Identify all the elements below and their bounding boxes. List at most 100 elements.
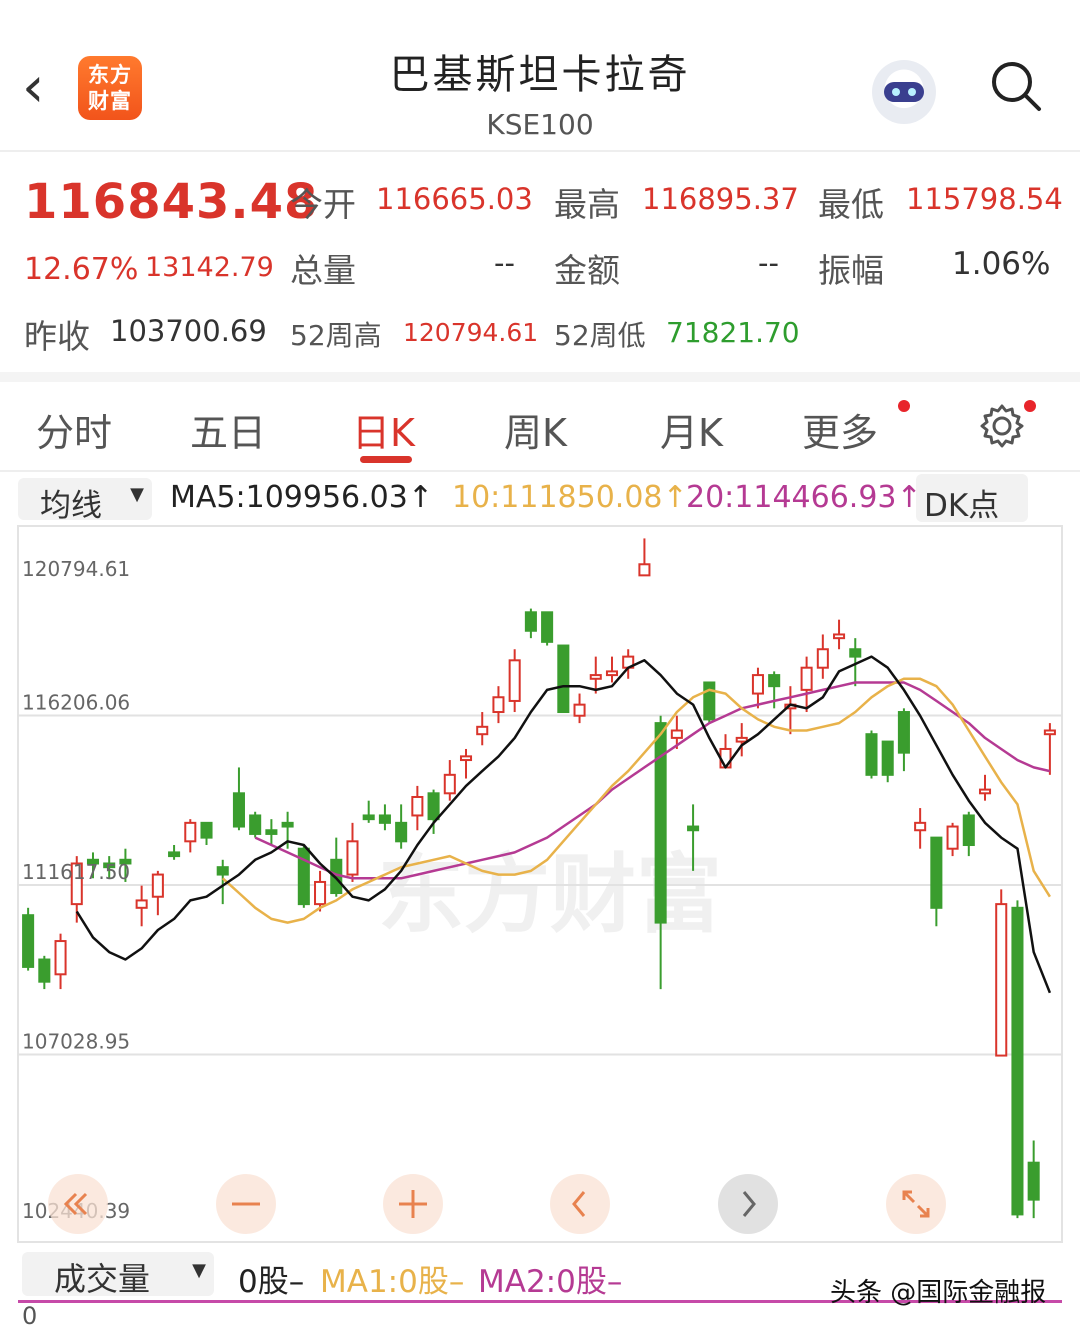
candle-body-down: [265, 829, 278, 835]
volume-indicator-selector[interactable]: 成交量 ▼: [22, 1252, 214, 1298]
w52-high-label: 52周高: [290, 319, 382, 352]
change-amount: 13142.79: [145, 252, 274, 283]
robot-eye-left: [892, 88, 900, 96]
search-icon[interactable]: [990, 60, 1042, 112]
candle-body-down: [541, 611, 554, 643]
candle-body-down: [881, 740, 894, 776]
candle: [995, 889, 1008, 1057]
tab-more[interactable]: 更多: [802, 402, 878, 457]
amplitude-value: 1.06%: [952, 246, 1051, 282]
robot-icon[interactable]: [872, 60, 936, 124]
candle-body-up: [411, 795, 424, 817]
high-value: 116895.37: [642, 182, 799, 216]
candle-body-up: [151, 873, 164, 898]
ma20-value: 20:114466.93↑: [686, 480, 922, 515]
amplitude-label: 振幅: [818, 251, 884, 290]
candle-body-up: [914, 821, 927, 832]
candle-body-up: [492, 696, 505, 714]
volume-value: --: [494, 246, 515, 280]
candle: [557, 644, 570, 714]
candle-body-down: [849, 648, 862, 658]
candle-body-up: [459, 755, 473, 762]
candle-body-down: [703, 681, 716, 721]
tab-five-day[interactable]: 五日: [190, 402, 266, 457]
chart-watermark: 东方财富: [378, 844, 722, 945]
chevron-right-icon[interactable]: [718, 1174, 778, 1234]
candle: [249, 811, 262, 838]
dk-points-label: DK点: [924, 488, 1000, 524]
candle-body-down: [168, 851, 181, 858]
candle: [1011, 900, 1024, 1219]
volume-axis-zero: 0: [22, 1302, 38, 1330]
candle: [297, 845, 310, 908]
candle-body-down: [865, 733, 878, 776]
candle-body-down: [524, 611, 537, 632]
amount-label: 金额: [554, 251, 620, 290]
settings-badge-dot: [1024, 400, 1036, 412]
candle-body-down: [897, 711, 910, 754]
candle-body-up: [476, 725, 489, 736]
candle-body-up: [638, 563, 651, 577]
period-tabs: 分时 五日 日K 周K 月K 更多: [0, 382, 1080, 472]
robot-face: [884, 82, 924, 102]
candle-body-down: [962, 814, 975, 847]
candle-body-down: [930, 836, 943, 909]
amount-value: --: [758, 246, 779, 280]
minus-icon[interactable]: [216, 1174, 276, 1234]
candle-body-up: [573, 703, 586, 717]
candle-body-down: [362, 814, 375, 821]
low-value: 115798.54: [906, 182, 1063, 216]
ma-legend-bar: 均线 ▼ MA5:109956.03↑ 10:111850.08↑ 20:1144…: [0, 474, 1080, 524]
w52-low-value: 71821.70: [666, 316, 800, 349]
candle-body-down: [1011, 906, 1024, 1216]
candle-body-up: [751, 674, 764, 695]
candle-body-down: [395, 821, 408, 843]
candle-body-up: [978, 788, 992, 795]
volume-label: 总量: [290, 251, 356, 290]
candle: [541, 611, 554, 646]
candle-body-up: [1043, 729, 1056, 736]
candle-body-up: [314, 880, 327, 906]
volume-ma2: MA2:0股–: [478, 1264, 623, 1300]
candle-body-up: [605, 670, 619, 677]
candle-body-up: [946, 825, 959, 850]
y-tick-label: 116206.06: [22, 690, 130, 714]
candle: [22, 907, 35, 971]
candle-body-down: [200, 821, 213, 839]
candle-body-up: [54, 940, 67, 976]
expand-icon[interactable]: [886, 1174, 946, 1234]
section-divider: [0, 372, 1080, 382]
candle-body-up: [735, 736, 748, 743]
candlestick-chart[interactable]: 东方财富 120794.61 116206.06 111617.50 107028.9…: [0, 524, 1080, 1246]
y-tick-label: 120794.61: [22, 557, 130, 581]
candle-body-down: [1027, 1161, 1040, 1201]
candle-body-down: [378, 814, 391, 824]
open-label: 今开: [290, 185, 356, 224]
dk-points-button[interactable]: DK点: [916, 474, 1028, 524]
gear-icon[interactable]: [978, 402, 1026, 450]
candle-body-down: [768, 674, 781, 688]
candle-body-up: [508, 659, 521, 702]
app-header: ‹ 东方 财富 巴基斯坦卡拉奇 KSE100: [0, 0, 1080, 152]
candle: [865, 730, 878, 779]
source-watermark: 头条 @国际金融报: [830, 1278, 1047, 1308]
low-label: 最低: [818, 185, 884, 224]
candle-body-down: [281, 821, 294, 828]
dropdown-arrow-icon: ▼: [192, 1260, 206, 1281]
tab-daily-k[interactable]: 日K: [352, 402, 415, 457]
indicator-selector[interactable]: 均线 ▼: [18, 478, 152, 524]
candle-body-down: [22, 914, 35, 968]
plus-icon[interactable]: [383, 1174, 443, 1234]
w52-low-label: 52周低: [554, 319, 646, 352]
tab-weekly-k[interactable]: 周K: [504, 402, 567, 457]
candle-body-up: [800, 666, 813, 691]
tab-monthly-k[interactable]: 月K: [660, 402, 723, 457]
ma10-value: 10:111850.08↑: [452, 480, 688, 515]
indicator-selector-label: 均线: [40, 488, 102, 524]
candle-body-up: [184, 821, 197, 843]
chevron-left-icon[interactable]: [550, 1174, 610, 1234]
tab-intraday[interactable]: 分时: [36, 402, 112, 457]
candle-body-down: [38, 958, 51, 983]
double-left-icon[interactable]: [48, 1174, 108, 1234]
last-price: 116843.48: [24, 174, 319, 230]
